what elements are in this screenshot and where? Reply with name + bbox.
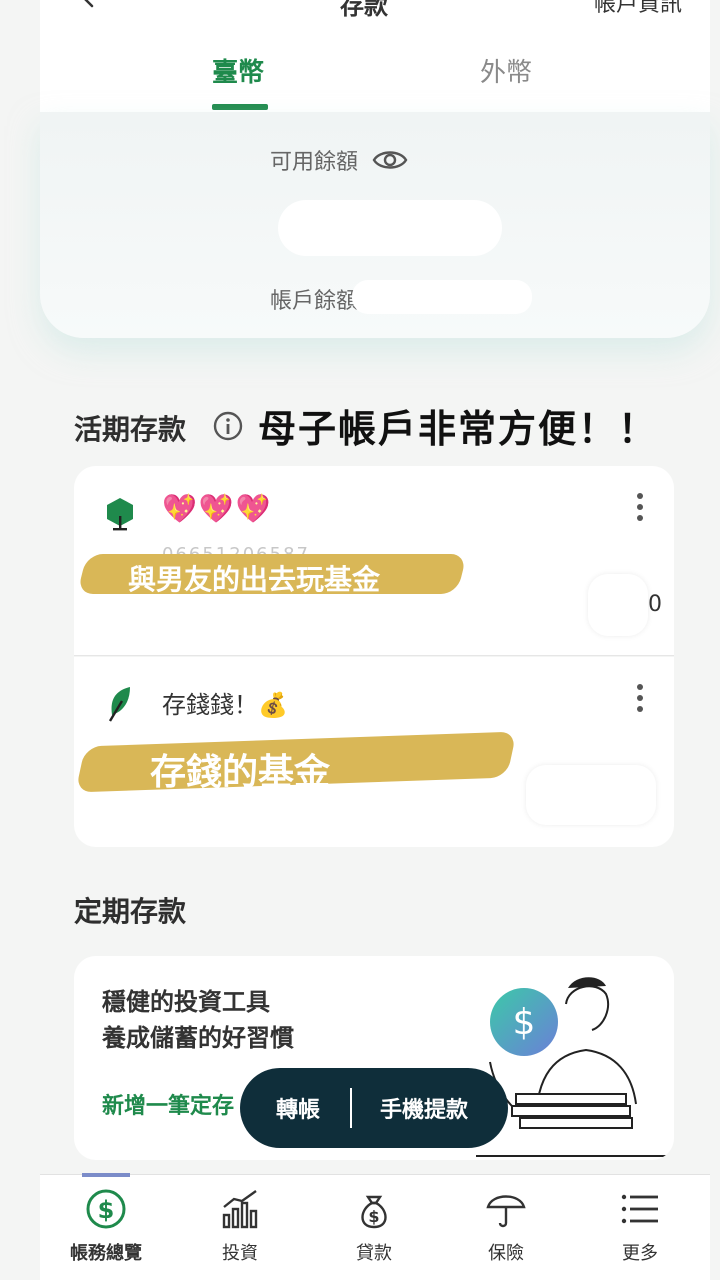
account-balance-label: 帳戶餘額 (270, 289, 359, 314)
account-name: 存錢錢！💰 (162, 691, 288, 719)
account-caption: 與男友的出去玩基金 (128, 563, 381, 596)
more-options-icon[interactable] (636, 683, 644, 713)
nav-label: 貸款 (356, 1243, 392, 1264)
nav-label: 帳務總覽 (70, 1243, 142, 1264)
account-name: 💖💖💖 (162, 492, 273, 525)
redacted-account-balance (352, 280, 532, 314)
page-title: 存款 (340, 0, 388, 20)
bottom-nav: $ 帳務總覽 投資 $ 貸款 保險 更多 (40, 1173, 710, 1280)
demand-deposit-title: 活期存款 (74, 413, 187, 446)
redacted-balance (526, 765, 656, 825)
nav-label: 投資 (222, 1243, 258, 1264)
nav-item-more[interactable]: 更多 (590, 1187, 690, 1265)
promo-line: 養成儲蓄的好習慣 (102, 1024, 294, 1052)
more-options-icon[interactable] (636, 492, 644, 522)
nav-label: 更多 (622, 1243, 658, 1264)
account-caption: 存錢的基金 (150, 752, 331, 793)
redacted-balance (588, 574, 648, 636)
tab-twd[interactable]: 臺幣 (212, 52, 264, 89)
available-balance-label: 可用餘額 (270, 150, 359, 175)
transfer-button[interactable]: 轉帳 (276, 1092, 320, 1124)
nav-label: 保險 (488, 1243, 524, 1264)
tree-icon (107, 498, 133, 531)
nav-item-insurance[interactable]: 保險 (456, 1187, 556, 1265)
umbrella-icon (486, 1195, 526, 1228)
quick-action-pill: 轉帳 手機提款 (240, 1068, 508, 1148)
info-icon[interactable] (212, 410, 244, 442)
nav-item-loan[interactable]: $ 貸款 (324, 1187, 424, 1265)
nav-item-invest[interactable]: 投資 (190, 1187, 290, 1265)
fixed-deposit-title: 定期存款 (74, 895, 187, 928)
menu-icon (621, 1194, 658, 1224)
account-info-link[interactable]: 帳戶資訊 (594, 0, 682, 18)
active-tab-indicator (212, 104, 268, 110)
available-balance-row: 可用餘額 (270, 144, 408, 176)
add-fixed-deposit-link[interactable]: 新增一筆定存 (102, 1088, 234, 1120)
chart-icon (222, 1190, 258, 1229)
nav-item-overview[interactable]: $ 帳務總覽 (56, 1187, 156, 1265)
svg-text:$: $ (513, 1002, 536, 1043)
back-arrow-icon[interactable] (76, 0, 100, 10)
mobile-withdraw-button[interactable]: 手機提款 (380, 1092, 468, 1124)
balance-tail: 0 (648, 592, 662, 617)
eye-icon[interactable] (372, 148, 408, 172)
svg-text:$: $ (368, 1207, 379, 1226)
tab-foreign-currency[interactable]: 外幣 (480, 52, 532, 89)
promo-line: 穩健的投資工具 (102, 988, 270, 1016)
account-card[interactable]: 💖💖💖 06651206587 與男友的出去玩基金 0 (74, 466, 674, 656)
svg-text:$: $ (98, 1196, 115, 1224)
money-bag-icon: $ (361, 1195, 387, 1229)
overlay-caption: 母子帳戶非常方便！！ (258, 407, 659, 451)
leaf-icon (108, 687, 130, 722)
nav-active-accent (82, 1173, 130, 1177)
pill-divider (350, 1088, 352, 1128)
dollar-circle-icon: $ (86, 1189, 126, 1229)
redacted-available-balance (278, 200, 502, 256)
person-with-coin-illustration: $ (476, 977, 674, 1157)
account-card[interactable]: 存錢錢！💰 存錢的基金 (74, 657, 674, 847)
top-bar: 存款 帳戶資訊 臺幣 外幣 (40, 0, 710, 112)
